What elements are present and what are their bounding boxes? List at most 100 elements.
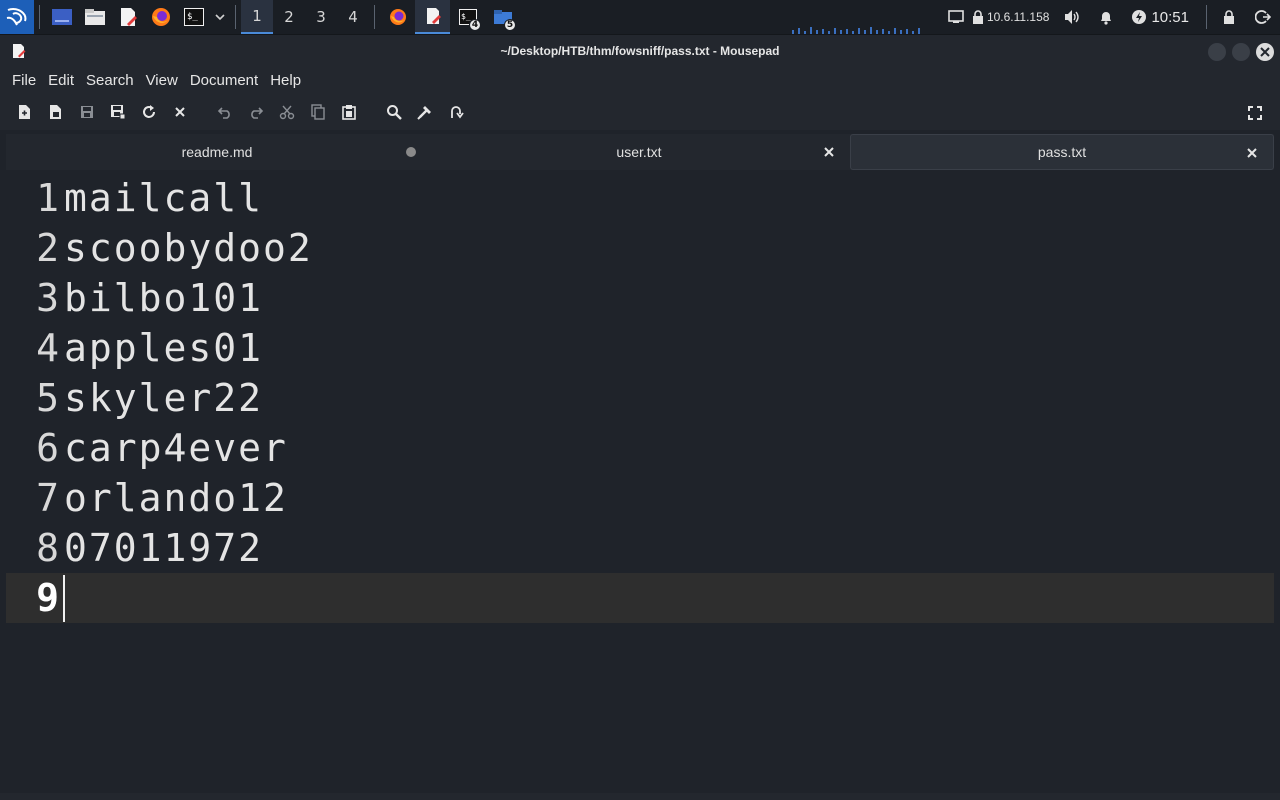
power-status[interactable]: 10:51 (1123, 0, 1201, 34)
task-files-icon[interactable]: 5 (485, 0, 520, 34)
task-terminal-icon[interactable]: $_ 4 (450, 0, 485, 34)
document-tabs: readme.md user.txt pass.txt (6, 134, 1274, 170)
save-icon[interactable] (71, 97, 102, 127)
volume-icon[interactable] (1055, 0, 1089, 34)
line-number: 7 (36, 476, 59, 520)
tab-user[interactable]: user.txt (428, 134, 850, 170)
task-count-badge: 4 (469, 19, 481, 31)
terminal-icon[interactable]: $_ (177, 0, 210, 34)
modified-dot-icon[interactable] (406, 147, 416, 157)
power-icon (1132, 10, 1147, 24)
line-number: 6 (36, 426, 59, 470)
tab-label: pass.txt (1037, 144, 1087, 160)
new-document-icon[interactable] (9, 97, 40, 127)
editor-line: 2 scoobydoo2 (6, 223, 1274, 273)
editor-line: 3 bilbo101 (6, 273, 1274, 323)
workspace-2[interactable]: 2 (273, 0, 305, 34)
paste-icon[interactable] (333, 97, 364, 127)
reload-icon[interactable] (133, 97, 164, 127)
clock: 10:51 (1151, 8, 1189, 26)
editor-line: 1 mailcall (6, 173, 1274, 223)
system-tray: 10.6.11.158 10:51 (940, 0, 1280, 34)
close-tab-icon[interactable] (822, 145, 836, 159)
editor-line: 5 skyler22 (6, 373, 1274, 423)
save-as-icon[interactable] (102, 97, 133, 127)
text-editor[interactable]: 1 mailcall 2 scoobydoo2 3 bilbo101 4 app… (6, 173, 1274, 793)
minimize-button[interactable] (1208, 43, 1226, 61)
close-window-button[interactable] (1256, 43, 1274, 61)
notification-bell-icon[interactable] (1089, 0, 1123, 34)
line-text: skyler22 (64, 376, 264, 420)
task-firefox-icon[interactable] (380, 0, 415, 34)
menu-file[interactable]: File (6, 72, 42, 89)
menu-help[interactable]: Help (264, 72, 307, 89)
line-number: 3 (36, 276, 59, 320)
line-number: 4 (36, 326, 59, 370)
toolbar (0, 94, 1280, 130)
line-number: 8 (36, 526, 59, 570)
panel-separator (235, 5, 236, 29)
find-icon[interactable] (378, 97, 409, 127)
file-manager-icon[interactable] (78, 0, 111, 34)
maximize-button[interactable] (1232, 43, 1250, 61)
text-editor-icon[interactable] (111, 0, 144, 34)
tab-readme[interactable]: readme.md (6, 134, 428, 170)
text-caret (63, 575, 65, 622)
display-icon[interactable] (940, 0, 972, 34)
menubar: File Edit Search View Document Help (0, 67, 1280, 94)
task-mousepad-icon[interactable] (415, 0, 450, 34)
window-titlebar[interactable]: ~/Desktop/HTB/thm/fowsniff/pass.txt - Mo… (0, 34, 1280, 67)
line-text: bilbo101 (64, 276, 264, 320)
vpn-indicator[interactable]: 10.6.11.158 (972, 0, 1056, 34)
goto-line-icon[interactable] (440, 97, 471, 127)
cut-icon[interactable] (271, 97, 302, 127)
panel-separator (1206, 5, 1207, 29)
panel-separator (39, 5, 40, 29)
editor-line: 7 orlando12 (6, 473, 1274, 523)
menu-edit[interactable]: Edit (42, 72, 80, 89)
tab-label: user.txt (616, 144, 662, 160)
undo-icon[interactable] (209, 97, 240, 127)
line-number: 5 (36, 376, 59, 420)
workspace-1[interactable]: 1 (241, 0, 273, 34)
line-text: carp4ever (64, 426, 288, 470)
find-replace-icon[interactable] (409, 97, 440, 127)
tab-pass[interactable]: pass.txt (850, 134, 1274, 170)
window-controls (1208, 43, 1274, 61)
lock-icon (972, 10, 983, 24)
editor-current-line: 9 (6, 573, 1274, 623)
workspace-3[interactable]: 3 (305, 0, 337, 34)
svg-text:$_: $_ (461, 12, 471, 21)
firefox-icon[interactable] (144, 0, 177, 34)
chevron-down-icon[interactable] (210, 0, 230, 34)
ip-address: 10.6.11.158 (986, 10, 1050, 24)
cpu-graph (792, 27, 920, 34)
menu-document[interactable]: Document (184, 72, 264, 89)
window-bottom-border (0, 793, 1280, 800)
line-text: apples01 (64, 326, 264, 370)
menu-search[interactable]: Search (80, 72, 140, 89)
line-number: 1 (36, 176, 59, 220)
workspace-4[interactable]: 4 (337, 0, 369, 34)
line-text: scoobydoo2 (64, 226, 313, 270)
lock-screen-icon[interactable] (1212, 0, 1246, 34)
line-text: mailcall (64, 176, 264, 220)
menu-view[interactable]: View (140, 72, 184, 89)
logout-icon[interactable] (1246, 0, 1280, 34)
copy-icon[interactable] (302, 97, 333, 127)
fullscreen-icon[interactable] (1239, 98, 1270, 128)
close-document-icon[interactable] (164, 97, 195, 127)
line-text: 07011972 (64, 526, 264, 570)
line-text: orlando12 (64, 476, 288, 520)
line-number: 9 (36, 576, 59, 620)
kali-menu-icon[interactable] (0, 0, 34, 34)
editor-line: 4 apples01 (6, 323, 1274, 373)
show-desktop-icon[interactable] (45, 0, 78, 34)
line-number: 2 (36, 226, 59, 270)
top-panel: $_ 1 2 3 4 $_ 4 5 10.6.11.158 10:51 (0, 0, 1280, 34)
redo-icon[interactable] (240, 97, 271, 127)
new-window-icon[interactable] (40, 97, 71, 127)
editor-line: 8 07011972 (6, 523, 1274, 573)
close-tab-icon[interactable] (1245, 146, 1259, 160)
editor-line: 6 carp4ever (6, 423, 1274, 473)
